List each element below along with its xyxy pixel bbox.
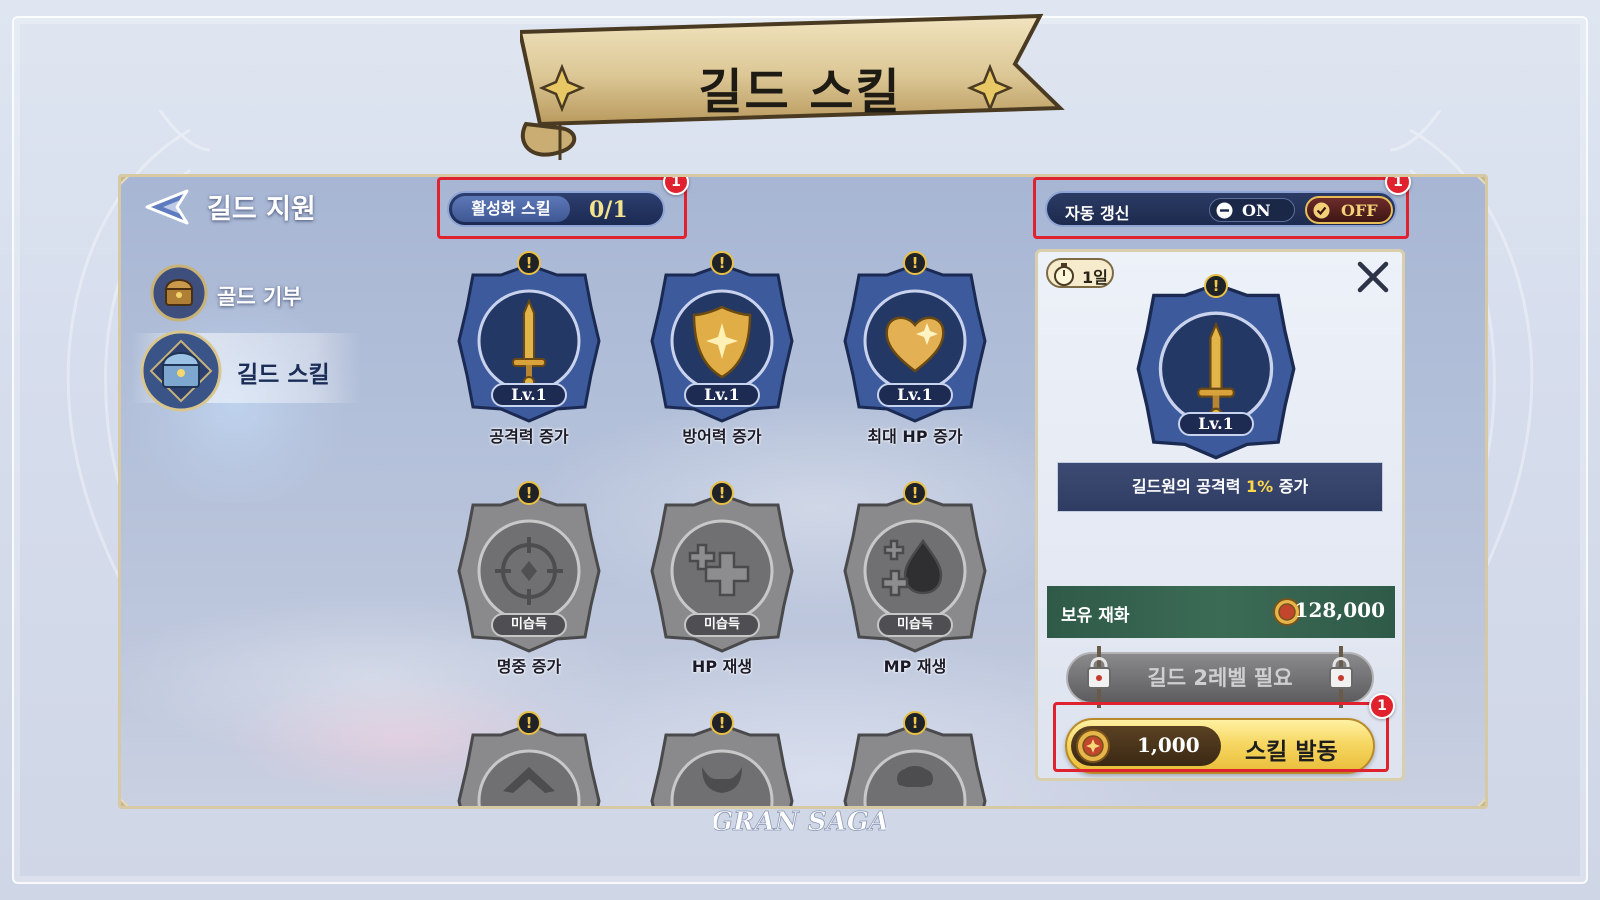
highlight-box <box>1033 177 1409 239</box>
alert-icon: ! <box>903 251 927 275</box>
skill-card-accuracy[interactable]: ! 미습득 명중 증가 <box>449 481 609 683</box>
skill-card-max-hp[interactable]: ! Lv.1 최대 HP 증가 <box>835 251 995 453</box>
alert-icon: ! <box>517 711 541 735</box>
skill-name: 최대 HP 증가 <box>867 427 963 446</box>
game-logo: GRAN SAGA <box>714 807 886 838</box>
close-button[interactable] <box>1354 258 1392 296</box>
alert-icon: ! <box>710 711 734 735</box>
skill-card-locked[interactable]: ! <box>449 711 609 806</box>
desc-text: 길드원의 공격력 <box>1131 477 1246 496</box>
back-arrow-icon <box>145 189 189 225</box>
corner-ornament <box>1476 177 1485 186</box>
highlight-box <box>437 177 687 239</box>
owned-currency-label: 보유 재화 <box>1061 606 1130 626</box>
alert-icon: ! <box>903 711 927 735</box>
skill-name: 명중 증가 <box>496 657 562 676</box>
duration-text: 1일 <box>1082 268 1108 287</box>
back-button[interactable] <box>143 187 199 227</box>
nav-header: 길드 지원 <box>207 194 316 225</box>
skill-level-tag: 미습득 <box>877 613 953 637</box>
skill-card-mp-regen[interactable]: ! 미습득 MP 재생 <box>835 481 995 683</box>
skill-name: 방어력 증가 <box>682 427 762 446</box>
highlight-box <box>1053 702 1389 772</box>
skill-level-tag: Lv.1 <box>877 383 953 407</box>
requirement-locked-bar: 길드 2레벨 필요 <box>1066 646 1374 708</box>
alert-icon: ! <box>903 481 927 505</box>
guild-chest-icon <box>140 330 222 412</box>
title-banner: 길드 스킬 <box>517 12 1080 172</box>
skill-card-hp-regen[interactable]: ! 미습득 HP 재생 <box>642 481 802 683</box>
alert-icon: ! <box>710 251 734 275</box>
requirement-text: 길드 2레벨 필요 <box>1147 666 1293 690</box>
owned-currency-row: 보유 재화 128,000 <box>1047 586 1395 638</box>
skill-card-locked[interactable]: ! <box>835 711 995 806</box>
skill-level-tag: 미습득 <box>491 613 567 637</box>
corner-ornament <box>1476 797 1485 806</box>
skill-level-tag: Lv.1 <box>1178 412 1254 436</box>
desc-text: 증가 <box>1273 477 1309 496</box>
skill-medal-frame <box>1136 282 1296 460</box>
skill-card-attack[interactable]: ! Lv.1 공격력 증가 <box>449 251 609 453</box>
sidebar-item-guild-skill[interactable]: 길드 스킬 <box>131 330 361 412</box>
stopwatch-icon <box>1054 263 1074 286</box>
skill-card-defense[interactable]: ! Lv.1 방어력 증가 <box>642 251 802 453</box>
sidebar-item-label: 길드 스킬 <box>237 362 330 388</box>
skill-level-tag: Lv.1 <box>491 383 567 407</box>
sidebar-item-gold-donation[interactable]: 골드 기부 <box>131 261 361 331</box>
desc-highlight: 1% <box>1246 477 1274 496</box>
alert-icon: ! <box>517 251 541 275</box>
lock-icon <box>1329 646 1353 708</box>
duration-badge: 1일 <box>1046 258 1114 288</box>
corner-ornament <box>121 177 130 186</box>
alert-icon: ! <box>1204 274 1228 298</box>
page-title: 길드 스킬 <box>698 64 902 120</box>
skill-level-tag: 미습득 <box>684 613 760 637</box>
main-panel: 길드 지원 골드 기부 길드 스킬 활성화 스킬 0/1 1 자동 갱신 ON … <box>118 174 1488 809</box>
skill-card-locked[interactable]: ! <box>642 711 802 806</box>
sidebar-item-label: 골드 기부 <box>217 285 302 309</box>
detail-skill-medal: ! Lv.1 <box>1136 274 1296 466</box>
lock-icon <box>1087 646 1111 708</box>
close-icon <box>1357 261 1389 293</box>
svg-text:GRAN SAGA: GRAN SAGA <box>714 807 886 837</box>
treasure-icon <box>150 264 208 322</box>
skill-description: 길드원의 공격력 1% 증가 <box>1057 462 1383 512</box>
corner-ornament <box>121 797 130 806</box>
skill-name: HP 재생 <box>691 657 753 676</box>
skill-level-tag: Lv.1 <box>684 383 760 407</box>
skill-name: MP 재생 <box>883 657 947 676</box>
callout-badge: 1 <box>1369 693 1395 719</box>
alert-icon: ! <box>517 481 541 505</box>
owned-currency-value: 128,000 <box>1294 598 1385 622</box>
alert-icon: ! <box>710 481 734 505</box>
skill-name: 공격력 증가 <box>489 427 569 446</box>
